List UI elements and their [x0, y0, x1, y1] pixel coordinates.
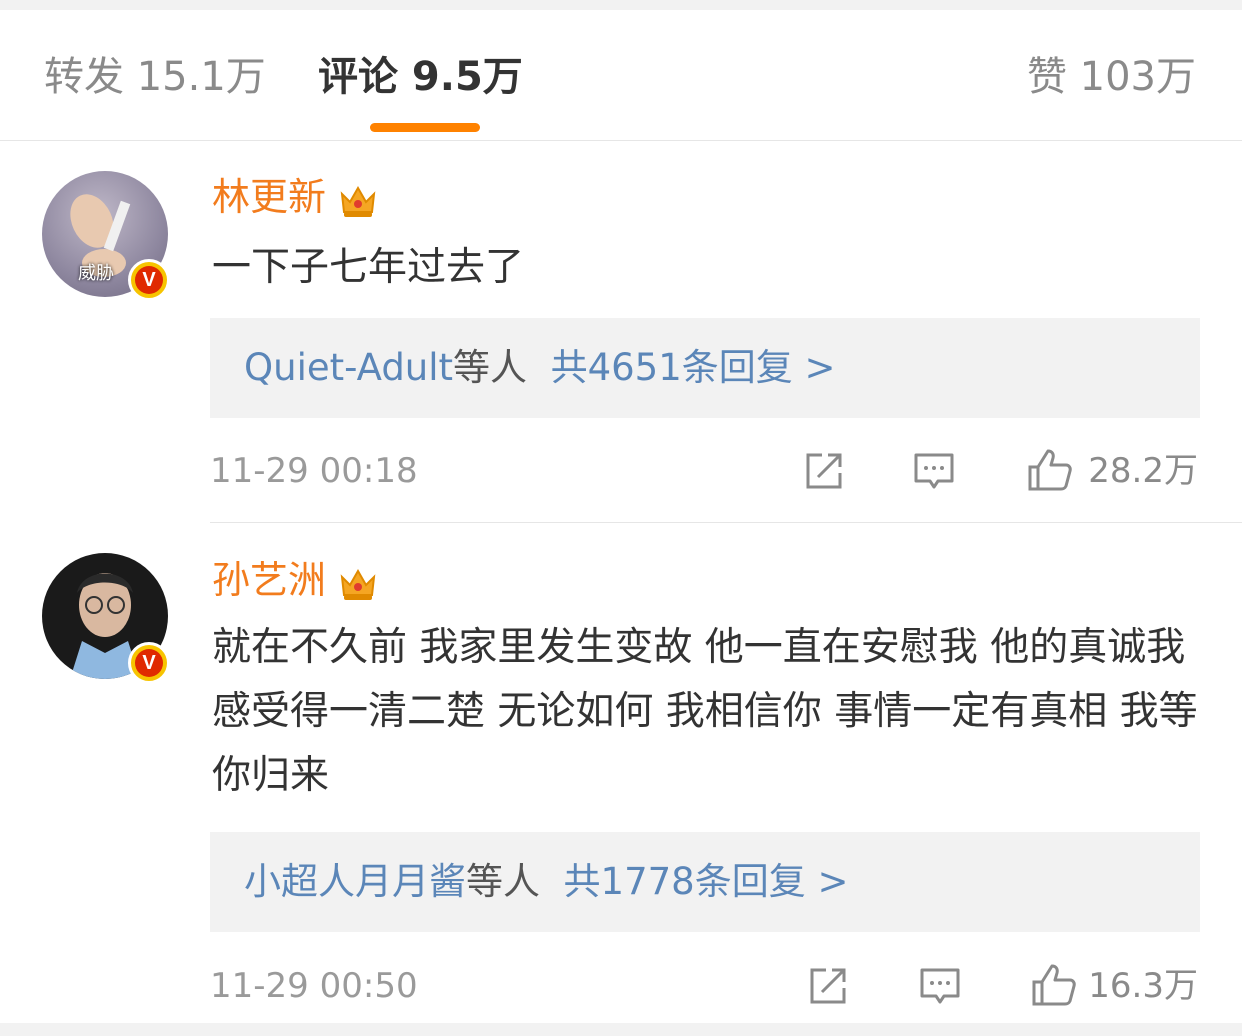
like-count: 28.2万	[1088, 451, 1198, 491]
timestamp: 11-29 00:50	[210, 966, 418, 1006]
avatar-caption: 威胁	[78, 263, 114, 284]
verified-icon: V	[128, 259, 170, 301]
tab-likes[interactable]: 赞 103万	[1027, 52, 1196, 102]
like-count: 16.3万	[1088, 966, 1198, 1006]
comment-text: 一下子七年过去了	[212, 245, 525, 290]
tab-repost[interactable]: 转发 15.1万	[44, 52, 266, 102]
comment-item: V 孙艺洲 就在不久前 我家里发生变故 他一直在安慰我 他的真诚我感受得一清二楚…	[0, 523, 1242, 1023]
replies-count[interactable]: 共4651条回复 >	[551, 346, 836, 389]
replies-suffix: 等人	[453, 346, 528, 389]
crown-icon	[340, 568, 376, 600]
replies-suffix: 等人	[466, 860, 540, 903]
tab-bar: 转发 15.1万 评论 9.5万 赞 103万	[0, 10, 1242, 141]
thumbs-up-icon[interactable]	[1030, 962, 1078, 1010]
comment-icon[interactable]	[910, 447, 958, 495]
bottom-strip	[0, 1023, 1242, 1036]
comment-icon[interactable]	[916, 962, 964, 1010]
replies-users[interactable]: Quiet-Adult	[244, 346, 453, 389]
comment-meta: 11-29 00:50 16.3万	[210, 956, 1200, 1016]
verified-icon: V	[128, 642, 170, 684]
share-icon[interactable]	[804, 962, 852, 1010]
username-text[interactable]: 孙艺洲	[212, 558, 326, 602]
comment-item: 威胁 V 林更新 一下子七年过去了 Quiet-Adult等人 共4651条回复…	[0, 141, 1242, 523]
username[interactable]: 孙艺洲	[212, 556, 380, 604]
username[interactable]: 林更新	[212, 173, 380, 221]
top-strip	[0, 0, 1242, 10]
username-text[interactable]: 林更新	[212, 175, 326, 219]
replies-summary[interactable]: 小超人月月酱等人 共1778条回复 >	[210, 832, 1200, 932]
replies-summary[interactable]: Quiet-Adult等人 共4651条回复 >	[210, 318, 1200, 418]
share-icon[interactable]	[800, 447, 848, 495]
comment-meta: 11-29 00:18 28.2万	[210, 441, 1200, 501]
replies-count[interactable]: 共1778条回复 >	[564, 860, 849, 903]
active-tab-indicator	[370, 123, 480, 132]
crown-icon	[340, 185, 376, 217]
thumbs-up-icon[interactable]	[1026, 447, 1074, 495]
timestamp: 11-29 00:18	[210, 451, 418, 491]
replies-users[interactable]: 小超人月月酱	[244, 860, 466, 903]
comment-text: 就在不久前 我家里发生变故 他一直在安慰我 他的真诚我感受得一清二楚 无论如何 …	[212, 625, 1198, 798]
